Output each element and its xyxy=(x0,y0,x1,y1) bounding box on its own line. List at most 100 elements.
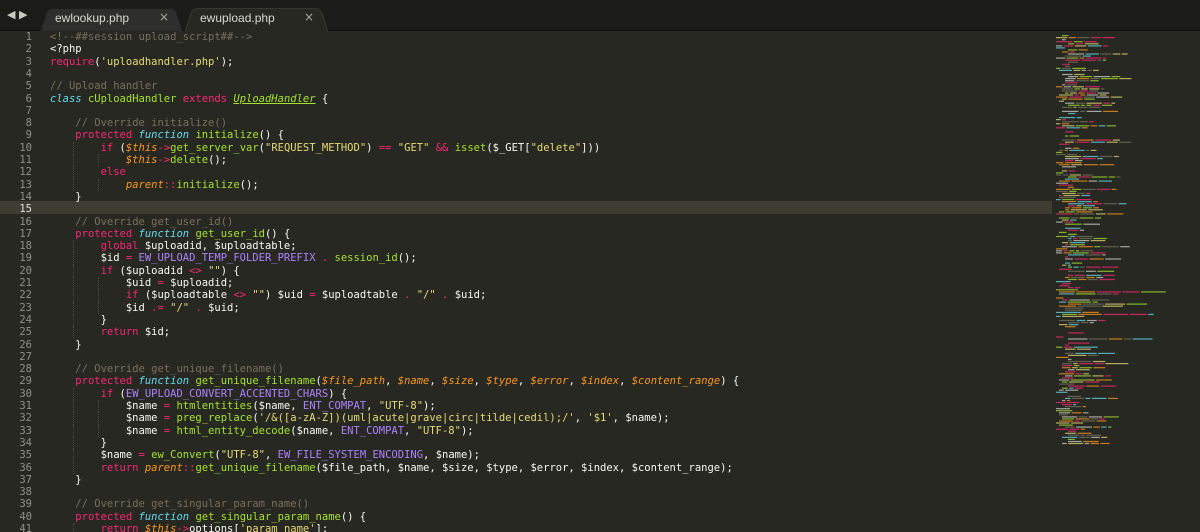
code-line[interactable]: } xyxy=(50,474,81,486)
minimap-stroke xyxy=(1063,252,1072,254)
code-line[interactable]: // Override get_user_id() xyxy=(50,216,233,228)
minimap-stroke xyxy=(1108,338,1123,340)
minimap-stroke xyxy=(1090,442,1099,445)
code-token: function xyxy=(138,227,190,240)
minimap-stroke xyxy=(1068,112,1076,115)
minimap-stroke xyxy=(1065,432,1077,434)
minimap-stroke xyxy=(1059,143,1070,145)
code-token: "" xyxy=(208,264,221,277)
minimap-stroke xyxy=(1072,67,1086,69)
code-line[interactable]: <?php xyxy=(50,43,82,55)
code-token: $name xyxy=(50,412,164,425)
code-line[interactable]: if ($uploadtable <> "") $uid = $uploadta… xyxy=(50,289,486,301)
tab-ewupload[interactable]: ewupload.php × xyxy=(185,5,328,32)
minimap-stroke xyxy=(1059,100,1064,102)
minimap-stroke xyxy=(1082,311,1099,313)
minimap-stroke xyxy=(1099,155,1113,158)
minimap-stroke xyxy=(1080,266,1085,268)
code-line[interactable]: parent::initialize(); xyxy=(50,179,259,191)
code-line[interactable]: } xyxy=(50,314,107,326)
code-token: , xyxy=(404,424,417,437)
code-line[interactable]: protected function get_unique_filename($… xyxy=(50,375,739,387)
forward-arrow-icon[interactable]: ▶ xyxy=(19,8,27,22)
minimap-stroke xyxy=(1062,219,1069,221)
line-number: 29 xyxy=(19,375,32,388)
code-line[interactable]: protected function get_user_id() { xyxy=(50,228,290,240)
code-line[interactable]: // Override get_unique_filename() xyxy=(50,363,284,375)
code-line[interactable]: protected function get_singular_param_na… xyxy=(50,511,366,523)
minimap-stroke xyxy=(1061,123,1070,125)
minimap-stroke xyxy=(1059,231,1067,233)
minimap-stroke xyxy=(1062,166,1076,168)
minimap-stroke xyxy=(1056,281,1071,283)
code-line[interactable]: require('uploadhandler.php'); xyxy=(50,56,233,68)
minimap-stroke xyxy=(1069,219,1077,221)
tab-ewlookup[interactable]: ewlookup.php × xyxy=(40,5,183,32)
minimap-stroke xyxy=(1062,442,1067,445)
code-line[interactable]: } xyxy=(50,339,81,351)
minimap-stroke xyxy=(1075,141,1090,143)
line-number: 7 xyxy=(25,104,32,117)
code-line[interactable]: $name = html_entity_decode($name, ENT_CO… xyxy=(50,425,474,437)
code-editor[interactable]: 1 2 3 4 5 6 7 8 9 10 11 12 13 14 15 16 17 18 19 20 21 22 23 24 2… xyxy=(0,31,1200,532)
minimap-stroke xyxy=(1079,57,1085,59)
code-line[interactable]: protected function initialize() { xyxy=(50,129,284,141)
minimap-stroke xyxy=(1112,139,1120,141)
indent-guide xyxy=(98,412,100,425)
minimap-stroke xyxy=(1078,313,1102,315)
back-arrow-icon[interactable]: ◀ xyxy=(7,8,15,22)
code-line[interactable]: return parent::get_unique_filename($file… xyxy=(50,462,733,474)
minimap-stroke xyxy=(1062,119,1066,121)
minimap-stroke xyxy=(1059,389,1064,391)
code-line[interactable]: else xyxy=(50,166,126,178)
minimap-stroke xyxy=(1108,176,1116,178)
code-line[interactable]: $id = EW_UPLOAD_TEMP_FOLDER_PREFIX . ses… xyxy=(50,252,417,264)
code-line[interactable]: // Upload handler xyxy=(50,80,157,92)
code-line[interactable]: global $uploadid, $uploadtable; xyxy=(50,240,297,252)
code-line[interactable]: <!--##session upload_script##--> xyxy=(50,31,252,43)
code-line[interactable]: } xyxy=(50,191,81,203)
minimap-stroke xyxy=(1100,385,1116,387)
minimap-stroke xyxy=(1099,94,1107,96)
code-line[interactable]: // Override initialize() xyxy=(50,117,227,129)
minimap-stroke xyxy=(1075,43,1084,45)
close-icon[interactable]: × xyxy=(159,10,169,24)
code-token: isset xyxy=(454,141,487,154)
minimap-stroke xyxy=(1062,381,1068,383)
code-line[interactable]: // Override get_singular_param_name() xyxy=(50,498,309,510)
minimap[interactable] xyxy=(1052,31,1200,532)
code-line[interactable]: class cUploadHandler extends UploadHandl… xyxy=(50,93,328,105)
minimap-stroke xyxy=(1068,438,1075,440)
code-token: (); xyxy=(397,252,417,265)
code-line[interactable]: $name = htmlentities($name, ENT_COMPAT, … xyxy=(50,400,436,412)
code-line[interactable]: if ($this->get_server_var("REQUEST_METHO… xyxy=(50,141,601,154)
code-token: "REQUEST_METHOD" xyxy=(265,141,367,154)
code-token: preg_replace xyxy=(176,412,253,425)
code-line[interactable]: } xyxy=(50,437,107,449)
minimap-stroke xyxy=(1056,336,1064,338)
code-token: , xyxy=(264,449,278,462)
code-line[interactable]: return $id; xyxy=(50,326,171,338)
code-line[interactable]: if ($uploadid <> "") { xyxy=(50,265,240,277)
minimap-stroke xyxy=(1093,237,1107,240)
code-line[interactable]: $name = preg_replace('/&([a-zA-Z])(uml|a… xyxy=(50,412,670,424)
code-line[interactable]: return $this->options['param_name']; xyxy=(50,523,329,532)
line-number: 6 xyxy=(25,92,32,105)
code-token: session_id xyxy=(334,252,398,265)
minimap-stroke xyxy=(1062,377,1074,379)
code-line[interactable]: $this->delete(); xyxy=(50,154,227,166)
code-token: global xyxy=(100,240,139,253)
minimap-stroke xyxy=(1091,299,1109,301)
minimap-stroke xyxy=(1103,203,1118,205)
close-icon[interactable]: × xyxy=(304,10,314,24)
code-line[interactable]: $id .= "/" . $uid; xyxy=(50,302,240,314)
code-line[interactable]: $name = ew_Convert("UTF-8", EW_FILE_SYST… xyxy=(50,449,480,461)
code-token: get_singular_param_name xyxy=(195,510,341,523)
code-line[interactable]: $uid = $uploadid; xyxy=(50,277,234,289)
code-line[interactable]: if (EW_UPLOAD_CONVERT_ACCENTED_CHARS) { xyxy=(50,388,348,400)
line-number: 11 xyxy=(19,154,32,166)
minimap-stroke xyxy=(1122,291,1140,293)
